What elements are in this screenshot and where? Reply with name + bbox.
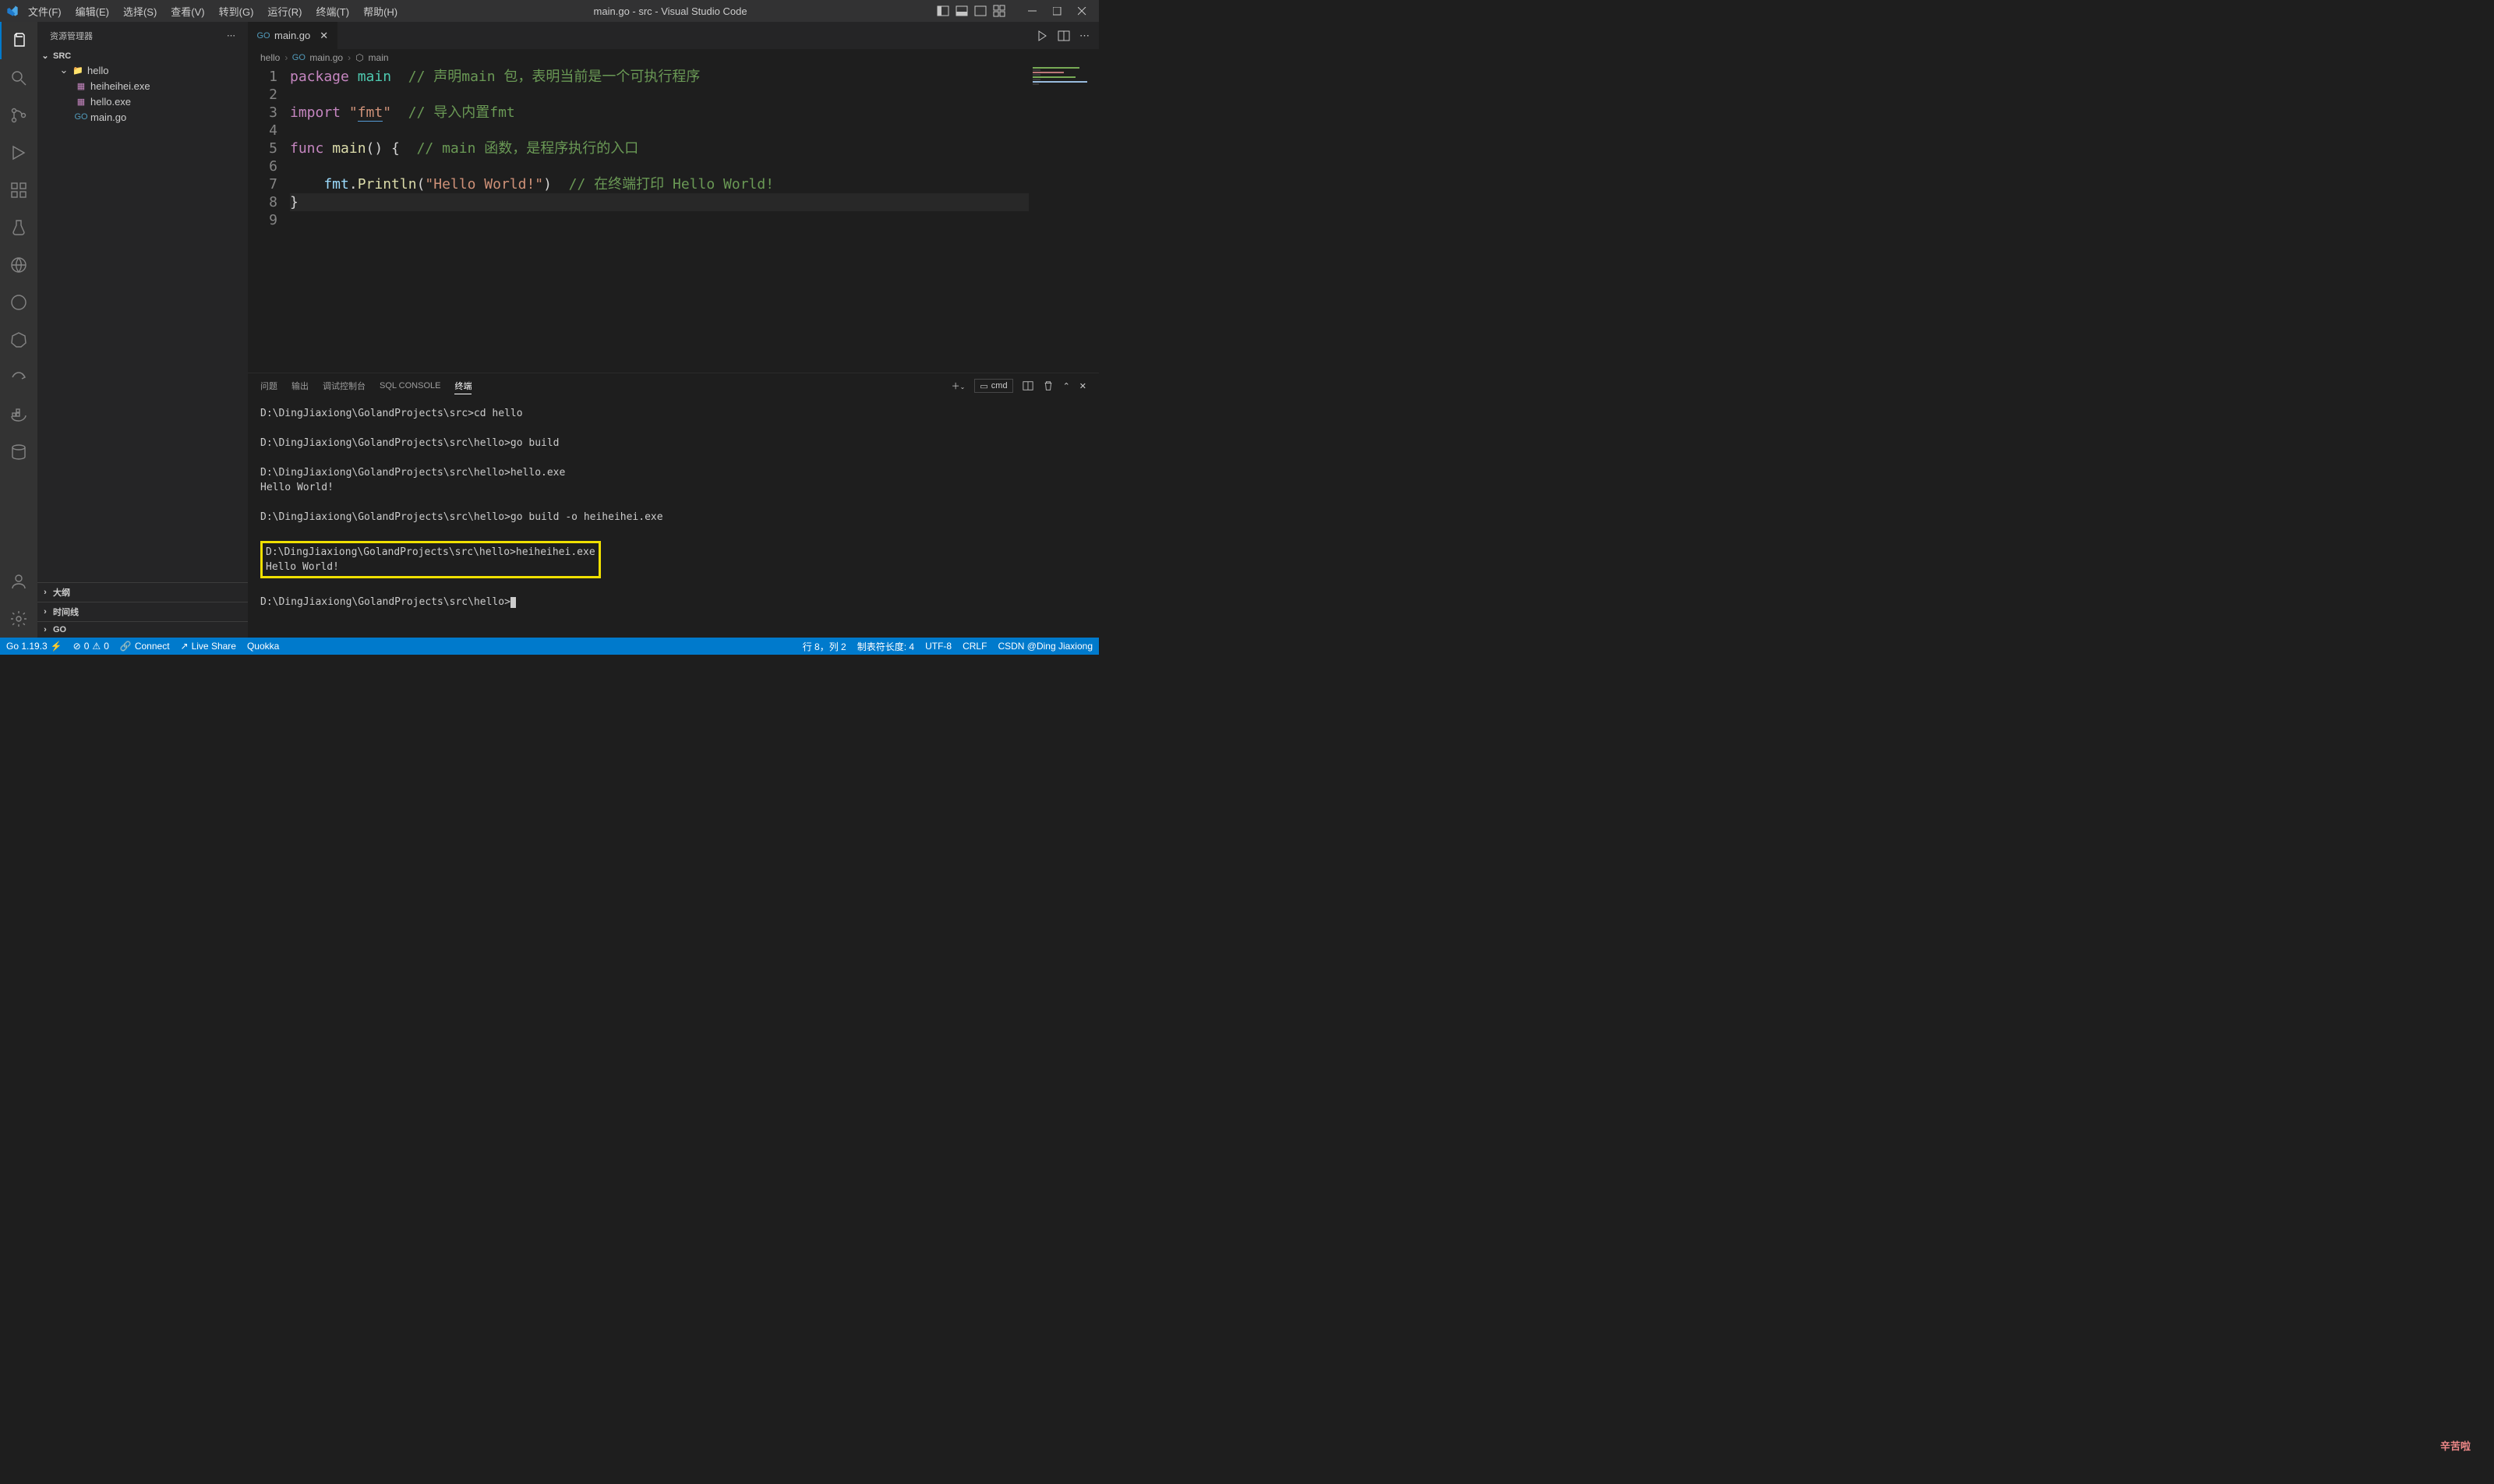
- vscode-icon: [6, 5, 19, 17]
- go-file-icon: GO: [257, 30, 270, 42]
- exe-file-icon: ▦: [75, 80, 87, 92]
- tree-root[interactable]: ⌄SRC: [37, 49, 248, 62]
- sidebar-more-icon[interactable]: ⋯: [227, 30, 235, 41]
- menu-item[interactable]: 编辑(E): [69, 1, 115, 22]
- status-quokka[interactable]: Quokka: [247, 641, 279, 652]
- symbol-icon: ⬡: [355, 52, 363, 63]
- split-editor-icon[interactable]: [1058, 30, 1070, 42]
- layout-sidebar-right-icon[interactable]: [974, 5, 987, 17]
- menu-item[interactable]: 选择(S): [117, 1, 163, 22]
- menu-item[interactable]: 运行(R): [261, 1, 308, 22]
- extensions-icon[interactable]: [0, 171, 37, 209]
- run-icon[interactable]: [1036, 30, 1048, 42]
- search-icon[interactable]: [0, 59, 37, 97]
- close-icon[interactable]: ✕: [320, 30, 328, 42]
- status-connect[interactable]: 🔗Connect: [120, 641, 170, 652]
- folder-icon: 📁: [72, 64, 84, 76]
- explorer-sidebar: 资源管理器 ⋯ ⌄SRC ⌄ 📁 hello ▦ heiheihei.exe ▦: [37, 22, 248, 638]
- status-cursor[interactable]: 行 8，列 2: [803, 640, 846, 653]
- settings-gear-icon[interactable]: [0, 600, 37, 638]
- docker-icon[interactable]: [0, 396, 37, 433]
- menu-item[interactable]: 文件(F): [22, 1, 68, 22]
- status-eol[interactable]: CRLF: [963, 641, 987, 652]
- remote-icon[interactable]: [0, 246, 37, 284]
- menu-item[interactable]: 转到(G): [213, 1, 260, 22]
- layout-panel-icon[interactable]: [956, 5, 968, 17]
- account-icon[interactable]: [0, 563, 37, 600]
- tab-main-go[interactable]: GO main.go ✕: [248, 22, 338, 49]
- kubernetes-icon[interactable]: [0, 321, 37, 359]
- tree-file[interactable]: ▦ heiheihei.exe: [37, 78, 248, 94]
- go-file-icon: GO: [292, 51, 305, 64]
- activity-bar: [0, 22, 37, 638]
- terminal-profile[interactable]: ▭cmd: [974, 379, 1012, 393]
- tab-bar: GO main.go ✕ ⋯: [248, 22, 1099, 49]
- title-bar: 文件(F)编辑(E)选择(S)查看(V)转到(G)运行(R)终端(T)帮助(H)…: [0, 0, 1099, 22]
- go-file-icon: GO: [75, 111, 87, 123]
- status-encoding[interactable]: UTF-8: [925, 641, 952, 652]
- run-debug-icon[interactable]: [0, 134, 37, 171]
- testing-icon[interactable]: [0, 209, 37, 246]
- trash-icon[interactable]: [1043, 380, 1054, 391]
- status-watermark: CSDN @Ding Jiaxiong: [998, 641, 1093, 652]
- section-timeline[interactable]: ›时间线: [37, 602, 248, 621]
- database-icon[interactable]: [0, 433, 37, 471]
- status-problems[interactable]: ⊘0 ⚠0: [73, 641, 109, 652]
- panel-tab[interactable]: 问题: [260, 378, 277, 394]
- section-go[interactable]: ›GO: [37, 621, 248, 638]
- maximize-button[interactable]: [1046, 0, 1068, 22]
- bottom-panel: 问题输出调试控制台 SQL CONSOLE 终端 ＋⌄ ▭cmd ⌃ ✕ D:\Di…: [248, 373, 1099, 638]
- tree-folder-hello[interactable]: ⌄ 📁 hello: [37, 62, 248, 78]
- menu-item[interactable]: 帮助(H): [357, 1, 404, 22]
- close-button[interactable]: [1071, 0, 1093, 22]
- chevron-up-icon[interactable]: ⌃: [1063, 381, 1070, 391]
- customize-layout-icon[interactable]: [993, 5, 1005, 17]
- github-icon[interactable]: [0, 284, 37, 321]
- new-terminal-icon[interactable]: ＋⌄: [952, 380, 966, 392]
- split-terminal-icon[interactable]: [1023, 380, 1033, 391]
- editor-area: GO main.go ✕ ⋯ hello› GO main.go› ⬡ main: [248, 22, 1099, 638]
- explorer-icon[interactable]: [0, 22, 37, 59]
- breadcrumb[interactable]: hello› GO main.go› ⬡ main: [248, 49, 1099, 66]
- panel-tab[interactable]: 输出: [291, 378, 309, 394]
- menu-item[interactable]: 查看(V): [164, 1, 210, 22]
- sidebar-title: 资源管理器: [50, 30, 93, 42]
- terminal[interactable]: D:\DingJiaxiong\GolandProjects\src>cd he…: [248, 398, 1099, 638]
- source-control-icon[interactable]: [0, 97, 37, 134]
- minimap[interactable]: [1029, 66, 1099, 373]
- layout-sidebar-left-icon[interactable]: [937, 5, 949, 17]
- exe-file-icon: ▦: [75, 95, 87, 108]
- code-editor[interactable]: 123456789 package main // 声明main 包，表明当前是…: [248, 66, 1029, 373]
- panel-tab[interactable]: 终端: [454, 378, 472, 394]
- close-panel-icon[interactable]: ✕: [1079, 381, 1086, 391]
- status-go[interactable]: Go 1.19.3 ⚡: [6, 641, 62, 652]
- panel-tab[interactable]: 调试控制台: [323, 378, 366, 394]
- share-icon[interactable]: [0, 359, 37, 396]
- status-indent[interactable]: 制表符长度: 4: [857, 640, 914, 653]
- mascot-text: 辛苦啦: [2440, 1438, 2471, 1453]
- tree-file[interactable]: GO main.go: [37, 109, 248, 125]
- minimize-button[interactable]: [1021, 0, 1043, 22]
- tree-file[interactable]: ▦ hello.exe: [37, 94, 248, 109]
- section-outline[interactable]: ›大纲: [37, 582, 248, 602]
- status-bar: Go 1.19.3 ⚡ ⊘0 ⚠0 🔗Connect ↗Live Share Q…: [0, 638, 1099, 655]
- panel-tab[interactable]: SQL CONSOLE: [380, 380, 440, 392]
- window-title: main.go - src - Visual Studio Code: [404, 5, 937, 17]
- menu-item[interactable]: 终端(T): [309, 1, 355, 22]
- more-icon[interactable]: ⋯: [1079, 30, 1090, 42]
- status-liveshare[interactable]: ↗Live Share: [181, 641, 236, 652]
